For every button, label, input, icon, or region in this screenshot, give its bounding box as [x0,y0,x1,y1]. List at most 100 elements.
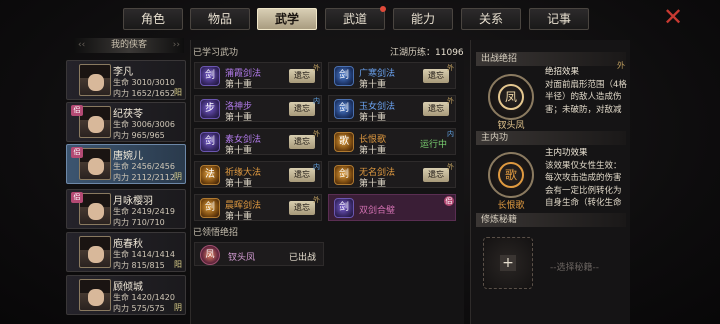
forget-button[interactable]: 遗忘 [423,69,449,83]
avatar [79,64,111,96]
ultimate-status: 已出战 [289,253,317,263]
ultimate-card[interactable]: 凤 钗头凤 已出战 [194,242,324,266]
skill-level: 第十重 [225,113,253,123]
character-name: 唐婉儿 [113,151,143,162]
character-name: 庖春秋 [113,239,143,250]
inner-skill-description: 主内功效果 该效果仅女性生效：每次攻击造成的伤害会有一定比例转化为自身生命（转化… [545,148,622,207]
character-card-pao-chunqiu[interactable]: 庖春秋 生命 1414/1414 内力 815/815 阳 [66,232,186,272]
secret-manual-header: 修炼秘籍 [476,213,626,227]
skill-card[interactable]: 剑 蒲霞剑法 第十重 遗忘 外 [194,62,322,90]
skill-level: 第十重 [359,80,387,90]
equipped-ult-header: 出战绝招 [476,52,626,66]
comprehended-ult-label: 已领悟绝招 [193,228,239,238]
choose-manual-label: --选择秘籍-- [550,263,599,273]
mp-value: 内力 965/965 [113,131,165,140]
mp-value: 内力 575/575 [113,304,165,313]
forget-button[interactable]: 遗忘 [289,168,315,182]
character-card-ji-fuling[interactable]: 侣 纪茯苓 生命 3006/3006 内力 965/965 [66,102,186,142]
yinyang-status: 阴 [174,303,182,312]
partner-badge: 侣 [71,147,83,158]
yinyang-status: 阴 [174,172,182,181]
skill-type-tag: 外 [313,130,320,138]
chevron-left-icon: ‹‹ [78,40,86,50]
hp-value: 生命 3006/3006 [113,120,175,129]
skill-level: 第十重 [225,212,253,222]
skill-card[interactable]: 歌 长恨歌 第十重 运行中 内 [328,128,456,156]
character-card-yueyong[interactable]: 侣 月咏樱羽 生命 2419/2419 内力 710/710 [66,189,186,229]
skill-type-tag: 内 [447,130,454,138]
song-skill-icon: 歌 [334,132,354,152]
twin-sword-skill-icon: 剑 [334,198,354,218]
tab-martial-arts[interactable]: 武学 [257,8,317,30]
mp-value: 内力 815/815 [113,261,165,270]
skill-type-tag: 外 [313,64,320,72]
tab-wudao[interactable]: 武道 [325,6,386,30]
running-status: 运行中 [419,140,447,150]
tab-role[interactable]: 角色 [123,8,183,30]
character-card-li-fan[interactable]: 李凡 生命 3010/3010 内力 1652/1652 阳 [66,60,186,100]
tab-journal[interactable]: 记事 [529,8,589,30]
footwork-skill-icon: 步 [200,99,220,119]
avatar [79,148,111,180]
tab-relations[interactable]: 关系 [461,8,521,30]
skill-type-tag: 外 [447,97,454,105]
forget-button[interactable]: 遗忘 [423,102,449,116]
character-name: 纪茯苓 [113,109,143,120]
inner-skill-name: 长恨歌 [497,201,525,211]
tab-items[interactable]: 物品 [190,8,250,30]
skill-level: 第十重 [225,80,253,90]
chevron-right-icon: ›› [172,40,180,50]
song-skill-icon: 歌 [498,162,524,188]
skill-card[interactable]: 步 洛神步 第十重 遗忘 内 [194,95,322,123]
hp-value: 生命 1420/1420 [113,293,175,302]
character-list-header: ‹‹ 我的侠客 ›› [74,38,184,53]
skill-card[interactable]: 剑 无名剑法 第十重 遗忘 外 [328,161,456,189]
sword-skill-icon: 剑 [200,132,220,152]
plus-icon: + [500,255,516,271]
partner-badge: 侣 [71,105,83,116]
sword-skill-icon: 剑 [334,165,354,185]
main-inner-skill-header: 主内功 [476,131,626,145]
close-icon[interactable]: ✕ [660,5,686,29]
ultimate-name: 钗头凤 [497,121,525,131]
sword-skill-icon: 剑 [334,66,354,86]
mp-value: 内力 710/710 [113,218,165,227]
forget-button[interactable]: 遗忘 [289,201,315,215]
skill-level: 第十重 [225,146,253,156]
character-card-tang-waner[interactable]: 侣 唐婉儿 生命 2456/2456 内力 2112/2112 阴 [66,144,186,184]
ultimate-emblem[interactable]: 凤 [488,74,534,120]
character-card-gu-qingcheng[interactable]: 顾倾城 生命 1420/1420 内力 575/575 阴 [66,275,186,315]
skill-type-tag: 内 [313,97,320,105]
avatar [79,106,111,138]
skill-card-combo[interactable]: 剑 双剑合璧 侣 [328,194,456,221]
hp-value: 生命 1414/1414 [113,250,175,259]
yinyang-status: 阳 [174,88,182,97]
forget-button[interactable]: 遗忘 [289,135,315,149]
yinyang-status: 阳 [174,260,182,269]
avatar [79,279,111,311]
skill-level: 第十重 [225,179,253,189]
mp-value: 内力 1652/1652 [113,89,175,98]
ultimate-description: 绝招效果 对面前扇形范围（4格半径）的敌人造成伤害；未破防，对敌减 [545,67,627,115]
mp-value: 内力 2112/2112 [113,173,175,182]
forget-button[interactable]: 遗忘 [289,102,315,116]
tab-ability[interactable]: 能力 [393,8,453,30]
forget-button[interactable]: 遗忘 [289,69,315,83]
character-name: 顾倾城 [113,282,143,293]
forget-button[interactable]: 遗忘 [423,168,449,182]
skill-card[interactable]: 法 祈缘大法 第十重 遗忘 内 [194,161,322,189]
hp-value: 生命 3010/3010 [113,78,175,87]
add-secret-manual-button[interactable]: + [483,237,533,289]
skill-card[interactable]: 剑 广寒剑法 第十重 遗忘 外 [328,62,456,90]
partner-badge: 侣 [444,196,454,206]
hp-value: 生命 2456/2456 [113,162,175,171]
skill-card[interactable]: 剑 晨晖剑法 第十重 遗忘 外 [194,194,322,222]
skill-name: 双剑合璧 [359,206,396,216]
skill-card[interactable]: 剑 素女剑法 第十重 遗忘 外 [194,128,322,156]
skill-card[interactable]: 剑 玉女剑法 第十重 遗忘 外 [328,95,456,123]
character-name: 月咏樱羽 [113,196,153,207]
inner-skill-emblem[interactable]: 歌 [488,152,534,198]
skill-type-tag: 内 [313,163,320,171]
partner-badge: 侣 [71,192,83,203]
notification-dot [380,6,386,12]
